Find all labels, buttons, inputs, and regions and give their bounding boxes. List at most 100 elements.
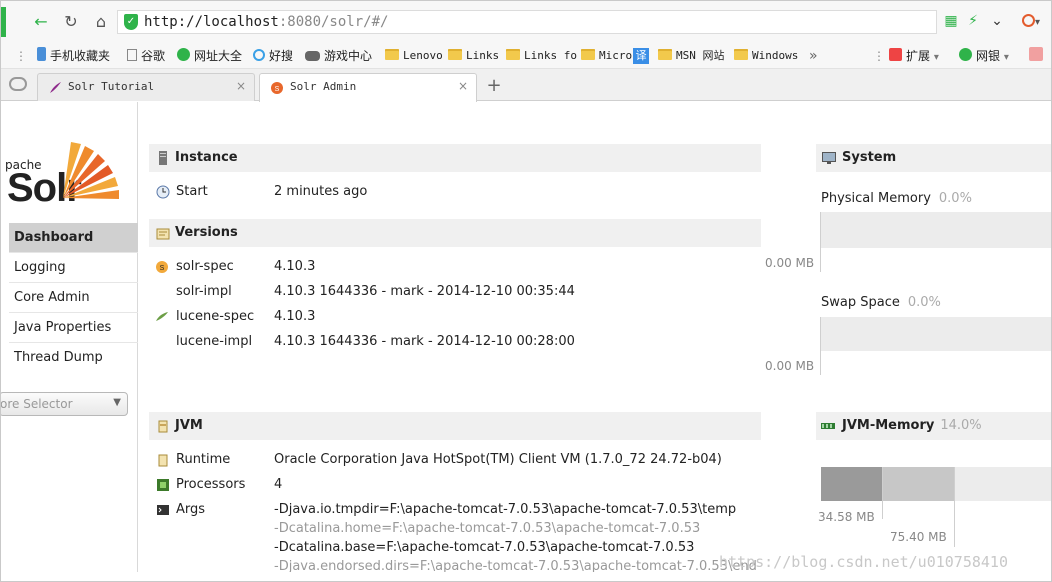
jvm-allocated-marker xyxy=(954,467,955,547)
tab-solr-tutorial[interactable]: Solr Tutorial × xyxy=(37,73,255,101)
bookmark-windows[interactable]: Windows xyxy=(734,46,798,66)
bookmark-sites[interactable]: 网址大全 xyxy=(177,46,242,66)
dropdown-chevron-icon[interactable]: ⌄ xyxy=(987,11,1007,31)
reload-icon[interactable]: ↻ xyxy=(59,10,83,34)
physical-memory-title: Physical Memory xyxy=(821,191,931,206)
qr-code-icon[interactable]: ▦ xyxy=(941,11,961,31)
version-label: solr-spec xyxy=(176,259,234,274)
toolbar-separator: ⋮ xyxy=(873,49,885,63)
nav-core-admin[interactable]: Core Admin xyxy=(9,283,138,313)
versions-title: Versions xyxy=(175,225,238,240)
lucene-icon xyxy=(156,312,168,321)
bookmark-label: 游戏中心 xyxy=(324,49,373,63)
bookmark-micro[interactable]: Micro 译 xyxy=(581,46,650,66)
gamepad-icon xyxy=(305,51,320,61)
more-bookmarks-chevron[interactable]: » xyxy=(809,46,818,66)
tab-label: Solr Tutorial xyxy=(68,80,155,93)
extra-extension[interactable] xyxy=(1029,46,1047,66)
bookmark-mobile[interactable]: 手机收藏夹 xyxy=(37,46,110,66)
bookmark-label: 网址大全 xyxy=(194,49,243,63)
java-cup-icon xyxy=(158,420,168,433)
bank-button[interactable]: 网银 ▾ xyxy=(959,46,1009,66)
jvm-memory-title: JVM-Memory 14.0% xyxy=(842,418,982,433)
folder-icon xyxy=(506,49,520,60)
nav-java-properties[interactable]: Java Properties xyxy=(9,313,138,343)
jvm-memory-bar xyxy=(821,467,1051,501)
core-selector-dropdown[interactable]: ore Selector ▼ xyxy=(1,392,128,416)
back-icon[interactable]: ← xyxy=(29,10,53,34)
nav-dashboard[interactable]: Dashboard xyxy=(9,223,138,253)
bookmark-label: Lenovo xyxy=(403,49,443,62)
solr-sunburst-icon xyxy=(63,142,119,199)
folder-icon xyxy=(385,49,399,60)
extensions-label: 扩展 xyxy=(906,49,931,63)
version-value: 4.10.3 1644336 - mark - 2014-12-10 00:35… xyxy=(274,284,575,299)
swap-space-bar xyxy=(821,317,1051,351)
lightning-icon[interactable]: ⚡ xyxy=(963,11,983,31)
core-selector-label: ore Selector xyxy=(1,397,73,411)
browser-side-accent xyxy=(1,7,6,37)
physical-memory-bar xyxy=(821,212,1051,248)
page-icon xyxy=(127,49,137,61)
nav-logging[interactable]: Logging xyxy=(9,253,138,283)
memory-chip-icon xyxy=(821,423,835,429)
jvm-memory-header: JVM-Memory 14.0% xyxy=(816,412,1051,440)
bookmark-label: Windows xyxy=(752,49,799,62)
swap-space-percent: 0.0% xyxy=(907,295,941,310)
home-icon[interactable]: ⌂ xyxy=(89,10,113,34)
bookmark-label: 手机收藏夹 xyxy=(50,49,111,63)
version-value: 4.10.3 1644336 - mark - 2014-12-10 00:28… xyxy=(274,334,575,349)
bookmark-msn[interactable]: MSN 网站 xyxy=(658,46,725,66)
bookmark-haosou[interactable]: 好搜 xyxy=(253,46,293,66)
bookmark-links-fo[interactable]: Links fo xyxy=(506,46,577,66)
solr-small-icon: S xyxy=(156,261,168,273)
new-tab-button[interactable]: + xyxy=(483,75,505,97)
bookmark-games[interactable]: 游戏中心 xyxy=(305,46,372,66)
search-engine-icon[interactable]: ▾ xyxy=(1013,11,1049,31)
clock-icon xyxy=(156,185,170,199)
tab-close-icon[interactable]: × xyxy=(236,79,246,93)
solr-logo[interactable]: pache Solr xyxy=(1,136,126,210)
translate-icon[interactable]: 译 xyxy=(633,48,650,64)
bookmarks-menu-icon[interactable]: ⋮ xyxy=(15,46,27,66)
runtime-icon xyxy=(158,454,168,467)
swap-axis-label: 0.00 MB xyxy=(765,359,815,373)
bookmark-lenovo[interactable]: Lenovo xyxy=(385,46,443,66)
jvm-memory-used xyxy=(821,467,882,501)
tab-solr-admin[interactable]: S Solr Admin × xyxy=(259,73,477,102)
url-input[interactable]: ✓ http://localhost:8080/solr/#/ xyxy=(117,10,937,34)
url-text: http://localhost:8080/solr/#/ xyxy=(144,14,388,30)
monitor-icon xyxy=(822,152,836,164)
bank-label: 网银 xyxy=(976,49,1001,63)
cloud-icon[interactable] xyxy=(9,77,27,91)
jvm-used-axis-label: 34.58 MB xyxy=(818,510,875,524)
solr-favicon-icon: S xyxy=(271,82,283,94)
bookmark-label: Links xyxy=(466,49,500,62)
swap-axis-line xyxy=(820,317,821,375)
bookmark-google[interactable]: 谷歌 xyxy=(127,46,165,66)
cpu-icon xyxy=(157,479,169,491)
nav-thread-dump[interactable]: Thread Dump xyxy=(9,343,138,373)
version-label: lucene-impl xyxy=(176,334,253,349)
extensions-button[interactable]: 扩展 ▾ xyxy=(889,46,939,66)
version-label: lucene-spec xyxy=(176,309,255,324)
versions-header: Versions xyxy=(149,219,761,247)
tab-close-icon[interactable]: × xyxy=(458,79,468,93)
browser-window: ← ↻ ⌂ ✓ http://localhost:8080/solr/#/ ▦ … xyxy=(0,0,1052,582)
runtime-label: Runtime xyxy=(176,452,231,467)
tab-strip: Solr Tutorial × S Solr Admin × + xyxy=(1,69,1051,102)
jvm-arg: -Dcatalina.home=F:\apache-tomcat-7.0.53\… xyxy=(274,521,701,536)
caret-down-icon: ▾ xyxy=(1003,52,1009,63)
app-icon xyxy=(1029,47,1043,61)
address-bar-row: ← ↻ ⌂ ✓ http://localhost:8080/solr/#/ ▦ … xyxy=(1,1,1051,43)
jvm-memory-title-text: JVM-Memory xyxy=(842,418,935,433)
swap-space-title: Swap Space xyxy=(821,295,900,310)
bookmark-links[interactable]: Links xyxy=(448,46,499,66)
runtime-value: Oracle Corporation Java HotSpot(TM) Clie… xyxy=(274,452,722,467)
version-label: solr-impl xyxy=(176,284,232,299)
bank-icon xyxy=(959,48,972,61)
bookmark-label: Micro xyxy=(599,49,633,62)
globe-icon xyxy=(177,48,190,61)
search-icon xyxy=(253,49,265,61)
folder-icon xyxy=(734,49,748,60)
